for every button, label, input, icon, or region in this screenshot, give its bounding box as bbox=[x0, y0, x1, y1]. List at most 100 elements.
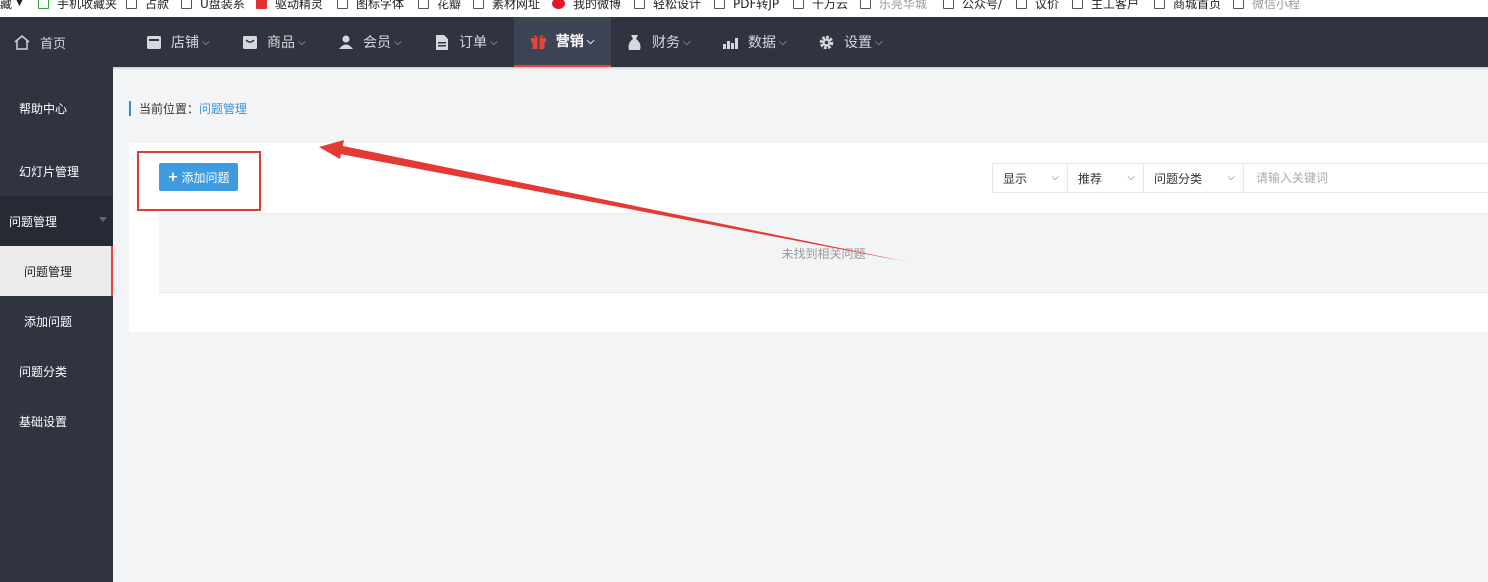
chevron-down-icon: ⌵ bbox=[202, 36, 210, 48]
folder-icon bbox=[1072, 0, 1083, 9]
nav-home[interactable]: 首页 bbox=[14, 17, 66, 67]
bookmark-item[interactable]: 微信小程 bbox=[1233, 0, 1300, 12]
nav-item-data[interactable]: 数据 ⌵ bbox=[723, 17, 787, 67]
select-value: 显示 bbox=[1003, 171, 1028, 186]
bookmark-item[interactable]: PDF转JP bbox=[714, 0, 779, 12]
sidebar-item-label: 帮助中心 bbox=[19, 101, 68, 116]
sidebar-item-label: 问题管理 bbox=[9, 214, 58, 229]
bookmark-item[interactable]: 手机收藏夹 bbox=[38, 0, 117, 12]
nav-label: 订单 bbox=[459, 35, 487, 51]
bookmark-label: U盘装系 bbox=[200, 0, 245, 11]
sidebar-item-question-category[interactable]: 问题分类 bbox=[0, 346, 113, 396]
breadcrumb-prefix: 当前位置： bbox=[139, 101, 200, 116]
bookmark-label: 主工客户 bbox=[1091, 0, 1140, 11]
bookmarks-bar: 藏 ▼ 手机收藏夹 占款 U盘装系 驱动精灵 图标字体 花瓣 素材网址 我的微博 … bbox=[0, 0, 1488, 17]
nav-item-finance[interactable]: 财务 ⌵ bbox=[627, 17, 691, 67]
goods-icon bbox=[242, 35, 257, 50]
sidebar-item-label: 问题分类 bbox=[19, 364, 68, 379]
bookmark-item[interactable]: 图标字体 bbox=[337, 0, 404, 12]
bookmark-item[interactable]: 素材网址 bbox=[473, 0, 540, 12]
bookmark-item[interactable]: 乐亮华城 bbox=[860, 0, 927, 12]
nav-item-order[interactable]: 订单 ⌵ bbox=[434, 17, 498, 67]
folder-icon bbox=[1233, 0, 1244, 9]
user-icon bbox=[338, 35, 353, 50]
sidebar: 帮助中心 幻灯片管理 问题管理 问题管理 添加问题 问题分类 基础设置 bbox=[0, 67, 113, 582]
folder-icon bbox=[943, 0, 954, 9]
breadcrumb-marker bbox=[129, 100, 131, 116]
folder-icon bbox=[181, 0, 192, 9]
store-icon bbox=[146, 35, 161, 50]
caret-down-icon bbox=[99, 217, 107, 222]
folder-icon bbox=[793, 0, 804, 9]
select-value: 问题分类 bbox=[1154, 171, 1203, 186]
sidebar-item-basic-settings[interactable]: 基础设置 bbox=[0, 396, 113, 446]
bookmark-label: 十万云 bbox=[812, 0, 849, 11]
nav-label: 数据 bbox=[748, 35, 776, 51]
top-nav: 首页 店铺 ⌵ 商品 ⌵ 会员 ⌵ 订单 ⌵ 营销 ⌵ 财务 ⌵ 数据 ⌵ 设置 ⌵ bbox=[0, 17, 1488, 67]
sidebar-group-question-management[interactable]: 问题管理 bbox=[0, 196, 113, 246]
bookmark-item[interactable]: 主工客户 bbox=[1072, 0, 1139, 12]
nav-item-member[interactable]: 会员 ⌵ bbox=[338, 17, 402, 67]
sidebar-item-help-center[interactable]: 帮助中心 bbox=[0, 83, 113, 133]
bookmark-item[interactable]: 藏 ▼ bbox=[0, 0, 23, 12]
empty-table-placeholder: 未找到相关问题 bbox=[159, 213, 1488, 293]
chevron-down-icon: ⌵ bbox=[1127, 172, 1135, 183]
add-question-button[interactable]: + 添加问题 bbox=[159, 163, 238, 191]
folder-icon bbox=[1154, 0, 1165, 9]
sidebar-item-label: 幻灯片管理 bbox=[19, 164, 80, 179]
select-value: 推荐 bbox=[1078, 171, 1103, 186]
bookmark-item[interactable]: 公众号/ bbox=[943, 0, 1002, 12]
bookmark-item[interactable]: 商城首页 bbox=[1154, 0, 1221, 12]
folder-icon bbox=[1016, 0, 1027, 9]
keyword-search-input[interactable] bbox=[1243, 163, 1488, 193]
bookmark-item[interactable]: 十万云 bbox=[793, 0, 848, 12]
nav-label: 营销 bbox=[555, 34, 584, 50]
folder-icon bbox=[634, 0, 645, 9]
empty-message: 未找到相关问题 bbox=[781, 246, 866, 261]
gear-icon bbox=[819, 35, 834, 50]
bookmark-label: 商城首页 bbox=[1173, 0, 1222, 11]
bookmark-label: 花瓣 bbox=[437, 0, 462, 11]
folder-icon bbox=[860, 0, 871, 9]
sidebar-item-label: 问题管理 bbox=[24, 264, 73, 279]
nav-item-settings[interactable]: 设置 ⌵ bbox=[819, 17, 883, 67]
nav-label: 商品 bbox=[267, 35, 295, 51]
sidebar-item-label: 添加问题 bbox=[24, 314, 73, 329]
nav-item-goods[interactable]: 商品 ⌵ bbox=[242, 17, 306, 67]
bookmark-label: 公众号/ bbox=[962, 0, 1003, 11]
driver-icon bbox=[256, 0, 267, 9]
chevron-down-icon: ⌵ bbox=[779, 36, 787, 48]
bookmark-item[interactable]: 轻松设计 bbox=[634, 0, 701, 12]
category-filter-select[interactable]: 问题分类 ⌵ bbox=[1143, 163, 1244, 193]
nav-label: 店铺 bbox=[171, 35, 199, 51]
nav-item-store[interactable]: 店铺 ⌵ bbox=[146, 17, 210, 67]
bookmark-label: PDF转JP bbox=[733, 0, 780, 11]
chevron-down-icon: ⌵ bbox=[490, 36, 498, 48]
sidebar-item-slideshow[interactable]: 幻灯片管理 bbox=[0, 146, 113, 196]
bookmark-item[interactable]: 占款 bbox=[126, 0, 169, 12]
bookmark-item[interactable]: 驱动精灵 bbox=[256, 0, 323, 12]
filter-bar: 显示 ⌵ 推荐 ⌵ 问题分类 ⌵ bbox=[992, 163, 1488, 193]
folder-icon bbox=[714, 0, 725, 9]
recommend-filter-select[interactable]: 推荐 ⌵ bbox=[1067, 163, 1144, 193]
bookmark-label: 议价 bbox=[1035, 0, 1060, 11]
chart-icon bbox=[723, 35, 738, 50]
nav-item-marketing[interactable]: 营销 ⌵ bbox=[514, 17, 611, 67]
bookmark-item[interactable]: 花瓣 bbox=[418, 0, 461, 12]
bookmark-item[interactable]: U盘装系 bbox=[181, 0, 245, 12]
breadcrumb-current[interactable]: 问题管理 bbox=[199, 100, 247, 117]
nav-label: 会员 bbox=[363, 35, 391, 51]
bookmark-item[interactable]: 议价 bbox=[1016, 0, 1059, 12]
sidebar-item-question-management[interactable]: 问题管理 bbox=[0, 246, 113, 296]
sidebar-item-add-question[interactable]: 添加问题 bbox=[0, 296, 113, 346]
chevron-down-icon: ⌵ bbox=[586, 35, 595, 47]
bookmark-label: 驱动精灵 bbox=[275, 0, 324, 11]
bookmark-item[interactable]: 我的微博 bbox=[552, 0, 621, 12]
folder-icon bbox=[337, 0, 348, 9]
bookmark-label: 乐亮华城 bbox=[879, 0, 928, 11]
bookmark-label: 手机收藏夹 bbox=[57, 0, 118, 11]
weibo-icon bbox=[552, 0, 565, 9]
home-icon bbox=[14, 34, 30, 50]
bookmark-label: 藏 bbox=[0, 0, 13, 11]
display-filter-select[interactable]: 显示 ⌵ bbox=[992, 163, 1068, 193]
